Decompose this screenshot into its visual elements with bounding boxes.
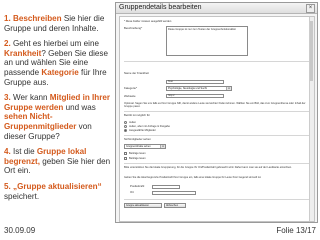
step-highlight: Krankheit: [4, 48, 42, 58]
description-textarea[interactable]: Diese Gruppe ist nur zum Testen der Grup…: [166, 26, 248, 56]
step-highlight: Beschreiben: [13, 14, 62, 23]
step-number: 5.: [4, 181, 11, 191]
visibility-select[interactable]: Gruppeninhalte sehen ▾: [124, 144, 166, 149]
slide-date: 30.09.09: [4, 226, 36, 235]
chevron-down-icon: ▾: [160, 145, 165, 148]
description-text: Diese Gruppe ist nur zum Testen der Grup…: [168, 28, 236, 31]
step-number: 2.: [4, 39, 11, 49]
category-value: Psychologie, Neurologie und Sucht: [168, 87, 207, 90]
postal-input[interactable]: [152, 185, 180, 189]
website-value: http://: [168, 94, 175, 97]
group-details-window: Gruppendetails bearbeiten × * Diese Feld…: [115, 2, 318, 223]
window-title: Gruppendetails bearbeiten: [119, 4, 202, 11]
category-select[interactable]: Psychologie, Neurologie und Sucht ▾: [166, 86, 232, 91]
postal-label: Postleitzahl: [130, 184, 145, 188]
step-3: 3. Wer kann Mitglied in Ihrer Gruppe wer…: [4, 93, 112, 141]
slide-number: Folie 13/17: [276, 226, 316, 235]
access-option-2: Jeden, aber mit Anfrage & Freigabe: [129, 125, 170, 128]
window-titlebar: Gruppendetails bearbeiten ×: [116, 3, 317, 14]
city-input[interactable]: [152, 191, 196, 195]
step-text: speichert.: [4, 191, 40, 201]
divider: [124, 135, 310, 136]
description-label: Beschreibung*: [124, 26, 143, 30]
access-label: Beitritt ist möglich für: [124, 113, 150, 117]
optional-hint: Optional. Sagen Sie uns falls es Ihrer G…: [124, 102, 306, 109]
divider: [124, 61, 310, 62]
step-number: 1.: [4, 14, 11, 23]
local-hint-2: Geben Sie die lokal begrenzte Postleitza…: [124, 176, 262, 179]
step-text: Wer kann: [10, 93, 50, 103]
content-option-2: Beiträge lesen: [129, 157, 146, 160]
access-radio-3[interactable]: [124, 129, 127, 132]
disease-label: Name der Krankheit: [124, 71, 149, 75]
category-label: Kategorie*: [124, 86, 138, 90]
step-highlight: sehen Nicht-Gruppenmitglieder: [4, 112, 77, 131]
website-label: Webseite: [124, 94, 136, 98]
disease-value: Test: [168, 80, 173, 83]
visibility-value: Gruppeninhalte sehen: [126, 145, 151, 148]
local-hint: Bitte unterstützen Sie die lokale Gruppi…: [124, 166, 292, 169]
website-input[interactable]: http://: [166, 94, 224, 98]
cancel-button[interactable]: Abbrechen: [164, 203, 186, 208]
instruction-steps: 1. Beschreiben Sie hier die Gruppe und d…: [4, 14, 112, 207]
content-checkbox-1[interactable]: [124, 152, 127, 155]
form-panel: * Diese Felder müssen ausgefüllt werden …: [119, 16, 315, 222]
step-highlight: Kategorie: [41, 67, 79, 77]
visibility-label: Nichtmitglieder sehen: [124, 137, 151, 141]
update-group-button[interactable]: Gruppe aktualisieren: [124, 203, 162, 208]
content-option-1: Beiträge lesen: [129, 152, 146, 155]
access-option-1: Jeden: [129, 121, 137, 124]
disease-input[interactable]: Test: [166, 80, 224, 84]
divider: [124, 199, 310, 200]
step-number: 3.: [4, 93, 11, 103]
step-text: Ist die: [10, 147, 37, 157]
chevron-down-icon: ▾: [226, 87, 231, 90]
divider: [124, 163, 310, 164]
step-text: Geht es hierbei um eine: [10, 39, 99, 49]
cancel-label: Abbrechen: [166, 204, 179, 207]
step-text: und was: [63, 102, 96, 112]
update-group-label: Gruppe aktualisieren: [126, 204, 150, 207]
access-radio-2[interactable]: [124, 125, 127, 128]
scrollbar-thumb[interactable]: [310, 21, 313, 81]
step-5: 5. „Gruppe aktualisieren“ speichert.: [4, 182, 112, 201]
step-highlight: „Gruppe aktualisieren“: [13, 181, 102, 191]
step-1: 1. Beschreiben Sie hier die Gruppe und d…: [4, 14, 112, 33]
step-number: 4.: [4, 147, 11, 157]
access-option-3: Ausgewählte Mitglieder: [129, 129, 156, 132]
close-icon[interactable]: ×: [306, 4, 315, 13]
step-4: 4. Ist die Gruppe lokal begrenzt, geben …: [4, 147, 112, 176]
access-radio-1[interactable]: [124, 121, 127, 124]
required-note: * Diese Felder müssen ausgefüllt werden: [124, 20, 172, 23]
scrollbar[interactable]: [309, 17, 314, 221]
content-checkbox-2[interactable]: [124, 157, 127, 160]
divider: [124, 111, 310, 112]
step-2: 2. Geht es hierbei um eine Krankheit? Ge…: [4, 39, 112, 87]
city-label: Ort: [130, 190, 134, 194]
